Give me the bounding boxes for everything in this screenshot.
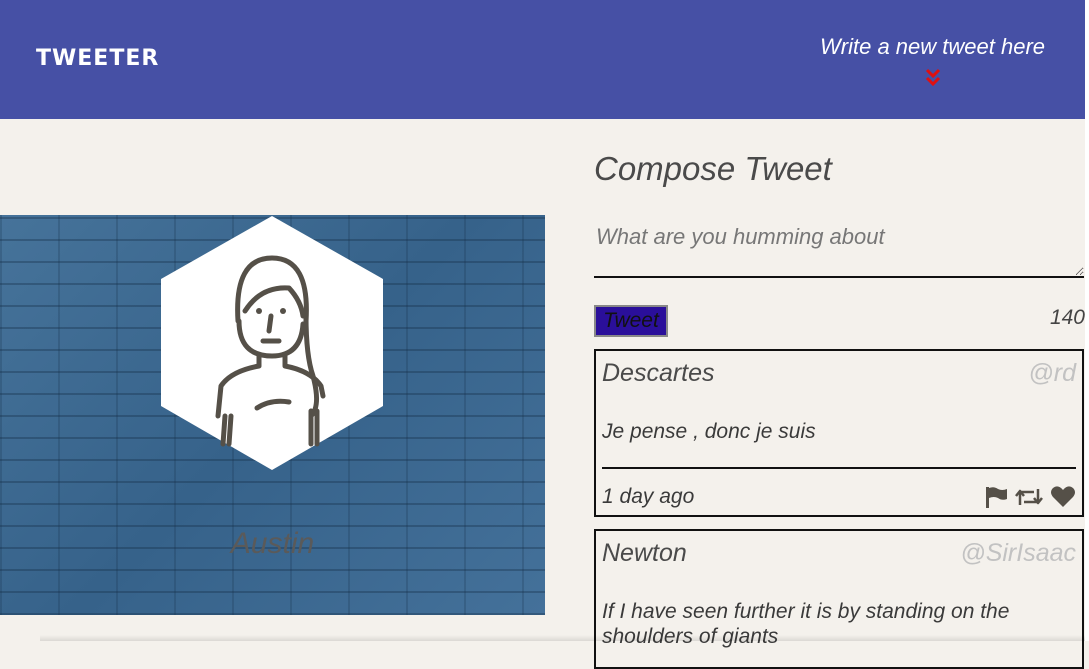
compose-title: Compose Tweet bbox=[594, 150, 832, 187]
write-tweet-toggle[interactable]: Write a new tweet here bbox=[820, 34, 1045, 88]
navbar: TWEETER Write a new tweet here bbox=[0, 0, 1085, 119]
tweet-author-name: Newton bbox=[602, 539, 687, 567]
tweet-actions bbox=[984, 485, 1076, 509]
tweet-textarea[interactable] bbox=[594, 220, 1084, 278]
char-counter: 140 bbox=[1049, 306, 1085, 329]
tweet-divider bbox=[602, 467, 1076, 469]
tweet-author-handle: @SirIsaac bbox=[960, 539, 1076, 567]
person-avatar-icon bbox=[161, 216, 383, 470]
tweet-submit-button[interactable]: Tweet bbox=[594, 305, 668, 337]
profile-username: Austin bbox=[230, 527, 315, 560]
flag-icon[interactable] bbox=[984, 485, 1008, 509]
profile-banner: Austin bbox=[0, 215, 545, 615]
tweet-author-name: Descartes bbox=[602, 359, 715, 387]
retweet-icon[interactable] bbox=[1014, 485, 1044, 509]
double-chevron-down-icon[interactable] bbox=[925, 68, 941, 88]
write-tweet-label: Write a new tweet here bbox=[820, 34, 1045, 59]
brand-logo[interactable]: TWEETER bbox=[36, 46, 159, 71]
heart-icon[interactable] bbox=[1050, 485, 1076, 509]
page-bottom-shadow bbox=[40, 635, 1085, 641]
scrollbar-track bbox=[1085, 0, 1089, 641]
tweet-author-handle: @rd bbox=[1028, 359, 1076, 387]
tweet-card: Newton @SirIsaac If I have seen further … bbox=[594, 529, 1084, 669]
tweet-timestamp: 1 day ago bbox=[602, 485, 695, 508]
tweet-content: If I have seen further it is by standing… bbox=[602, 600, 1010, 648]
tweet-card: Descartes @rd Je pense , donc je suis 1 … bbox=[594, 349, 1084, 517]
tweet-content: Je pense , donc je suis bbox=[602, 420, 816, 443]
